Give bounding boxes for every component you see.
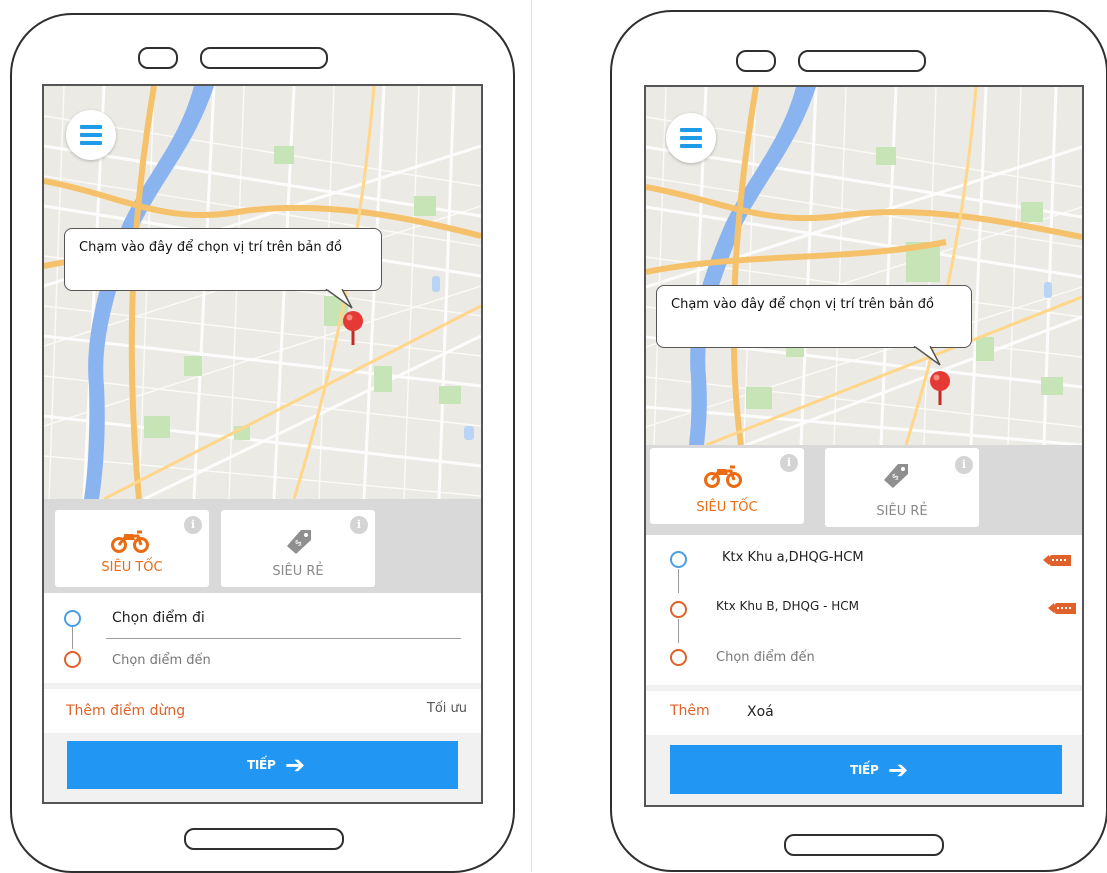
stop-options-bar: Thêm điểm dừng Tối ưu bbox=[44, 689, 481, 733]
service-label: SIÊU RẺ bbox=[272, 564, 324, 579]
menu-button[interactable] bbox=[66, 110, 116, 160]
arrow-right-icon: ➔ bbox=[888, 755, 909, 784]
service-label: SIÊU RẺ bbox=[876, 504, 928, 519]
delete-stop-link[interactable]: Xoá bbox=[747, 704, 774, 720]
next-button[interactable]: TIẾP ➔ bbox=[670, 745, 1062, 794]
info-icon[interactable]: i bbox=[350, 516, 368, 534]
earpiece-speaker bbox=[200, 47, 328, 69]
hamburger-icon-line bbox=[680, 144, 702, 148]
destination-marker-icon bbox=[64, 651, 81, 668]
pickup-marker-icon bbox=[64, 610, 81, 627]
field-underline bbox=[106, 638, 461, 639]
service-panel: i SIÊU TỐC $ i SIÊU RẺ bbox=[44, 499, 481, 593]
destination-field[interactable]: Chọn điểm đến bbox=[716, 650, 815, 665]
service-card-sieu-toc[interactable]: i SIÊU TỐC bbox=[650, 448, 804, 524]
front-camera bbox=[138, 47, 178, 69]
map-hint-tooltip[interactable]: Chạm vào đây để chọn vị trí trên bản đồ bbox=[64, 228, 382, 291]
next-button[interactable]: TIẾP ➔ bbox=[67, 741, 458, 789]
stop-address[interactable]: Ktx Khu a,DHQG-HCM bbox=[722, 550, 864, 565]
info-icon[interactable]: i bbox=[780, 454, 798, 472]
add-stop-link[interactable]: Thêm điểm dừng bbox=[66, 703, 185, 719]
pickup-field[interactable]: Chọn điểm đi bbox=[112, 610, 205, 626]
location-pin-icon[interactable] bbox=[342, 310, 364, 346]
route-connector bbox=[72, 627, 73, 649]
optimize-link[interactable]: Tối ưu bbox=[427, 701, 467, 716]
hamburger-icon bbox=[80, 125, 102, 129]
app-screen: Chạm vào đây để chọn vị trí trên bản đồ … bbox=[644, 85, 1084, 807]
service-card-sieu-re[interactable]: $ i SIÊU RẺ bbox=[221, 510, 375, 587]
stop-address[interactable]: Ktx Khu B, DHQG - HCM bbox=[716, 599, 859, 613]
info-icon[interactable]: i bbox=[955, 456, 973, 474]
stop-marker-icon bbox=[670, 601, 687, 618]
next-label: TIẾP bbox=[247, 758, 276, 772]
destination-field[interactable]: Chọn điểm đến bbox=[112, 653, 211, 668]
screen-divider bbox=[531, 0, 532, 872]
route-panel: Chọn điểm đi Chọn điểm đến bbox=[44, 593, 481, 683]
home-button[interactable] bbox=[784, 834, 944, 856]
front-camera bbox=[736, 50, 776, 72]
drag-handle-icon[interactable] bbox=[1048, 603, 1076, 614]
destination-marker-icon bbox=[670, 649, 687, 666]
service-panel: i SIÊU TỐC $ i SIÊU RẺ bbox=[646, 445, 1082, 535]
menu-button[interactable] bbox=[666, 113, 716, 163]
home-button[interactable] bbox=[184, 828, 344, 850]
pickup-marker-icon bbox=[670, 551, 687, 568]
route-connector bbox=[678, 569, 679, 593]
earpiece-speaker bbox=[798, 50, 926, 72]
add-stop-link[interactable]: Thêm bbox=[670, 703, 710, 719]
info-icon[interactable]: i bbox=[184, 516, 202, 534]
service-label: SIÊU TỐC bbox=[696, 500, 758, 515]
hamburger-icon-line bbox=[80, 141, 102, 145]
map-hint-tooltip[interactable]: Chạm vào đây để chọn vị trí trên bản đồ bbox=[656, 285, 972, 348]
map-hint-text: Chạm vào đây để chọn vị trí trên bản đồ bbox=[79, 240, 342, 255]
service-label: SIÊU TỐC bbox=[101, 560, 163, 575]
route-panel: Ktx Khu a,DHQG-HCM Ktx Khu B, DHQG - HCM… bbox=[646, 535, 1082, 685]
hamburger-icon-line bbox=[680, 136, 702, 140]
next-label: TIẾP bbox=[850, 762, 879, 777]
motorbike-icon bbox=[704, 465, 742, 488]
phone-frame-right: Chạm vào đây để chọn vị trí trên bản đồ … bbox=[610, 10, 1107, 872]
tooltip-tail bbox=[325, 289, 353, 309]
tooltip-tail bbox=[913, 346, 941, 366]
arrow-right-icon: ➔ bbox=[285, 751, 306, 779]
hamburger-icon-line bbox=[80, 133, 102, 137]
price-tag-icon: $ bbox=[884, 464, 908, 488]
price-tag-icon: $ bbox=[287, 530, 311, 554]
phone-frame-left: Chạm vào đây để chọn vị trí trên bản đồ … bbox=[10, 13, 515, 873]
route-connector bbox=[678, 619, 679, 643]
stop-options-bar: Thêm Xoá bbox=[646, 691, 1082, 735]
motorbike-icon bbox=[111, 530, 149, 553]
app-screen: Chạm vào đây để chọn vị trí trên bản đồ … bbox=[42, 84, 483, 804]
hamburger-icon bbox=[680, 128, 702, 132]
map-hint-text: Chạm vào đây để chọn vị trí trên bản đồ bbox=[671, 297, 934, 312]
drag-handle-icon[interactable] bbox=[1043, 555, 1071, 566]
service-card-sieu-re[interactable]: $ i SIÊU RẺ bbox=[825, 448, 979, 527]
service-card-sieu-toc[interactable]: i SIÊU TỐC bbox=[55, 510, 209, 587]
location-pin-icon[interactable] bbox=[929, 370, 951, 406]
